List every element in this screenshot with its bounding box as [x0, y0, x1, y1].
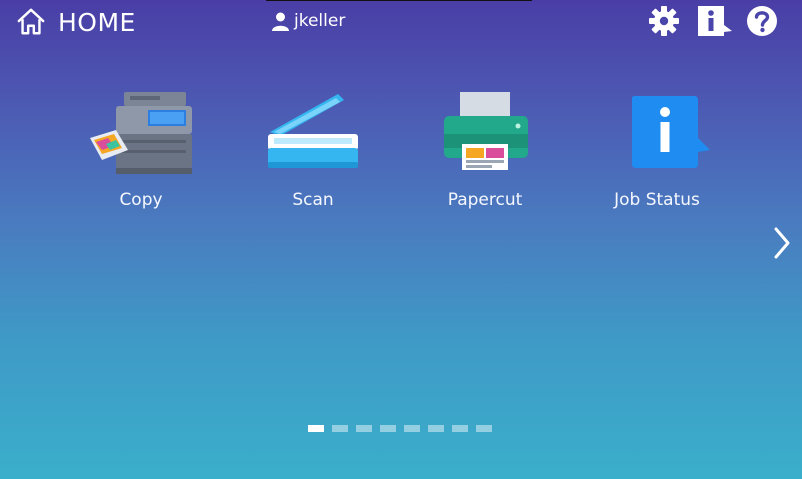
- app-label: Job Status: [614, 190, 700, 210]
- user-indicator[interactable]: jkeller: [272, 11, 345, 31]
- app-label: Scan: [292, 190, 334, 210]
- job-status-icon: [632, 96, 710, 168]
- next-page-chevron-icon[interactable]: [770, 225, 794, 261]
- page-dot-5[interactable]: [404, 425, 420, 432]
- page-dot-7[interactable]: [452, 425, 468, 432]
- page-dot-2[interactable]: [332, 425, 348, 432]
- scanner-icon: [268, 94, 358, 168]
- app-job-status[interactable]: Job Status: [592, 90, 722, 220]
- top-bar: HOME jkeller: [0, 0, 802, 44]
- printer-icon: [444, 92, 528, 170]
- page-dot-6[interactable]: [428, 425, 444, 432]
- app-label: Copy: [119, 190, 163, 210]
- page-dot-3[interactable]: [356, 425, 372, 432]
- home-button[interactable]: HOME: [16, 6, 136, 38]
- page-dot-1[interactable]: [308, 425, 324, 432]
- app-label: Papercut: [447, 190, 523, 210]
- copier-icon: [90, 92, 192, 174]
- page-indicator: [308, 425, 492, 432]
- gear-icon[interactable]: [648, 5, 680, 37]
- username: jkeller: [294, 11, 346, 31]
- app-papercut[interactable]: Papercut: [420, 90, 550, 220]
- app-copy[interactable]: Copy: [76, 90, 206, 220]
- help-icon[interactable]: [746, 5, 778, 37]
- home-icon: [17, 8, 45, 35]
- app-scan[interactable]: Scan: [248, 90, 378, 220]
- info-icon[interactable]: [697, 5, 733, 37]
- home-label: HOME: [58, 7, 136, 37]
- user-icon: [272, 12, 289, 31]
- app-grid: Copy Scan Papercut Job Status: [0, 90, 760, 220]
- divider: [266, 0, 532, 1]
- page-dot-4[interactable]: [380, 425, 396, 432]
- page-dot-8[interactable]: [476, 425, 492, 432]
